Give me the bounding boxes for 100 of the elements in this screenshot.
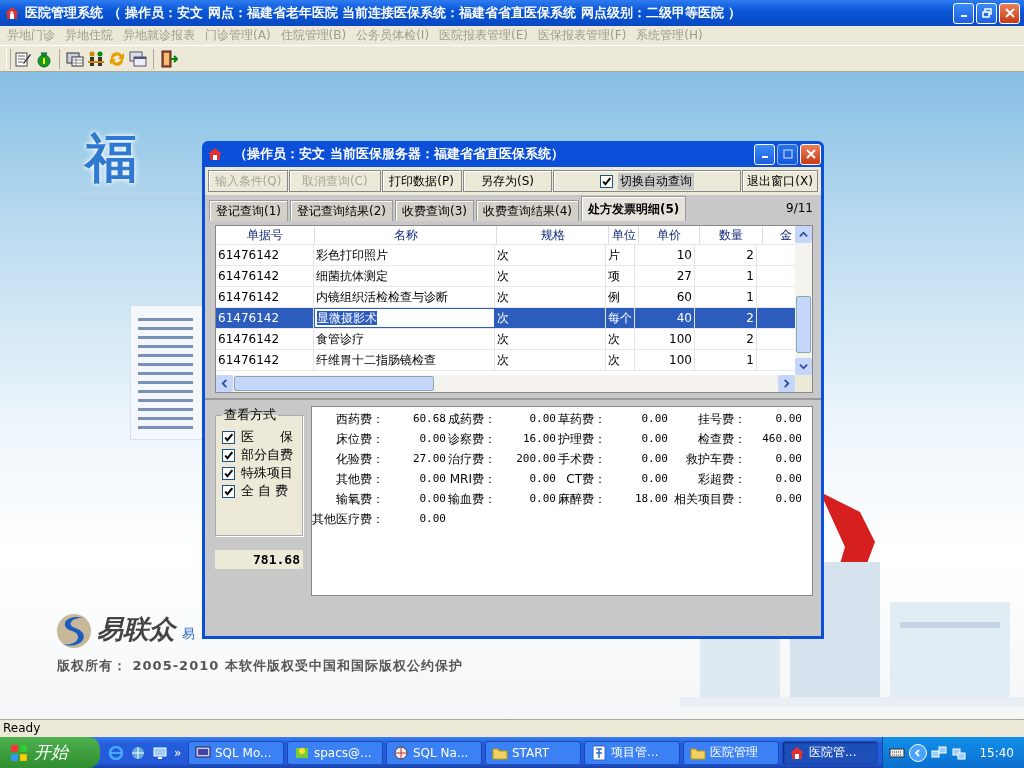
scroll-down-button[interactable]: [795, 358, 812, 375]
close-button[interactable]: [999, 2, 1020, 24]
table-cell: 次: [606, 350, 635, 370]
tab[interactable]: 处方发票明细(5): [581, 196, 687, 221]
table-row[interactable]: 61476142 显微摄影术 次 每个 40 2: [216, 308, 795, 329]
fee-label: 成药费：: [447, 411, 496, 428]
table-cell: 次: [495, 266, 606, 286]
fee-label: 检查费：: [697, 431, 746, 448]
table-cell: 2: [695, 308, 757, 328]
table-cell: 1: [695, 287, 757, 307]
minimize-button[interactable]: [754, 143, 775, 165]
auto-query-checkbox[interactable]: 切换自动查询: [553, 170, 742, 192]
logo-icon: [55, 612, 93, 650]
fee-label: 相关项目费：: [673, 491, 746, 508]
checkbox-label: 医 保: [241, 428, 293, 446]
checkbox[interactable]: [222, 430, 235, 444]
taskbar-button[interactable]: 医院管...: [782, 740, 878, 765]
maximize-button[interactable]: [777, 143, 798, 165]
column-header[interactable]: 单位: [609, 226, 639, 244]
taskbar-button[interactable]: 项目管...: [584, 740, 680, 765]
toolbar-button[interactable]: 打印数据(P): [381, 170, 462, 192]
checkbox[interactable]: [600, 174, 614, 188]
fee-value: 27.00: [411, 451, 446, 467]
page-counter: 9/11: [786, 201, 813, 215]
checkbox-label: 特殊项目: [241, 464, 293, 482]
scroll-thumb[interactable]: [796, 296, 811, 353]
fee-label: 挂号费：: [697, 411, 746, 428]
network-icon[interactable]: [931, 744, 948, 761]
fee-value: 0.00: [528, 491, 556, 507]
fee-label: 其他医疗费：: [312, 511, 384, 528]
vertical-scrollbar[interactable]: [795, 226, 812, 375]
tab[interactable]: 登记查询(1): [209, 200, 288, 221]
windows-icon[interactable]: [129, 49, 147, 68]
minimize-icon: [960, 15, 967, 17]
table-cell: 10: [635, 245, 695, 265]
taskbar-button[interactable]: SQL Mo...: [188, 740, 284, 765]
fee-value: 0.00: [774, 491, 802, 507]
scroll-right-button[interactable]: [778, 375, 795, 392]
fee-label: 输氧费：: [335, 491, 384, 508]
fee-label: 床位费：: [335, 431, 384, 448]
fee-value: 16.00: [521, 431, 556, 447]
splash-heading: 福: [85, 132, 137, 184]
table-cell: 61476142: [216, 287, 314, 307]
tab[interactable]: 登记查询结果(2): [290, 200, 393, 221]
fee-value: 0.00: [774, 471, 802, 487]
people-icon[interactable]: [87, 49, 105, 68]
table-cell: 1: [695, 266, 757, 286]
edit-form-icon[interactable]: [14, 49, 32, 68]
table-cell: 食管诊疗: [314, 329, 495, 349]
taskbar-button[interactable]: 医院管理: [683, 740, 779, 765]
chevron-right-icon: [782, 379, 791, 388]
horizontal-scrollbar[interactable]: [216, 375, 812, 392]
fee-value: 0.00: [640, 451, 668, 467]
table-cell: 60: [635, 287, 695, 307]
column-header[interactable]: 数量: [700, 226, 763, 244]
column-header[interactable]: 单据号: [216, 226, 315, 244]
fee-label: 治疗费：: [447, 451, 496, 468]
window-title: 医院管理系统 （ 操作员：安文 网点：福建省老年医院 当前连接医保系统：福建省省直医保系统 网点级别：二级甲等医院 ）: [25, 4, 743, 22]
globe-icon[interactable]: [130, 744, 146, 761]
group-title: 查看方式: [223, 406, 277, 424]
checkbox[interactable]: [222, 448, 235, 462]
taskbar-button[interactable]: SQL Na...: [386, 740, 482, 765]
table-cell: 细菌抗体测定: [314, 266, 495, 286]
checkbox[interactable]: [222, 484, 235, 498]
overflow-button[interactable]: »: [174, 745, 182, 760]
cell-editor[interactable]: 显微摄影术: [317, 311, 377, 325]
money-bag-icon[interactable]: [35, 49, 53, 68]
fee-label: 西药费：: [335, 411, 384, 428]
checkbox[interactable]: [222, 466, 235, 480]
minimize-button[interactable]: [953, 2, 974, 24]
table-cell: 彩色打印照片: [314, 245, 495, 265]
column-header[interactable]: 规格: [497, 226, 609, 244]
restore-button[interactable]: [976, 2, 997, 24]
scroll-left-button[interactable]: [216, 375, 233, 392]
fee-value: 200.00: [515, 451, 556, 467]
desktop-icon[interactable]: [152, 744, 168, 761]
column-header[interactable]: 单价: [639, 226, 700, 244]
taskbar-button[interactable]: START: [485, 740, 581, 765]
toolbar-button[interactable]: 另存为(S): [462, 170, 553, 192]
scroll-thumb[interactable]: [234, 376, 434, 391]
taskbar-button[interactable]: spacs@...: [287, 740, 383, 765]
close-icon: [1004, 8, 1015, 18]
show-hidden-icons-button[interactable]: [909, 743, 928, 762]
exit-button[interactable]: 退出窗口(X): [742, 170, 818, 192]
form-icon: [591, 744, 607, 761]
scroll-up-button[interactable]: [795, 226, 812, 243]
table-cell: 次: [606, 329, 635, 349]
table-icon[interactable]: [66, 49, 84, 68]
column-header[interactable]: 名称: [315, 226, 497, 244]
fee-label: 其他费：: [335, 471, 384, 488]
dialog-title: （操作员：安文 当前医保服务器：福建省省直医保系统）: [234, 145, 565, 163]
close-icon: [805, 149, 816, 159]
tab[interactable]: 收费查询(3): [395, 200, 474, 221]
status-text: Ready: [3, 721, 41, 735]
exit-door-icon[interactable]: [160, 49, 178, 68]
minimize-icon: [761, 156, 768, 158]
close-button[interactable]: [800, 143, 821, 165]
table-cell: 次: [495, 350, 606, 370]
tab[interactable]: 收费查询结果(4): [476, 200, 579, 221]
restore-icon: [981, 8, 992, 18]
